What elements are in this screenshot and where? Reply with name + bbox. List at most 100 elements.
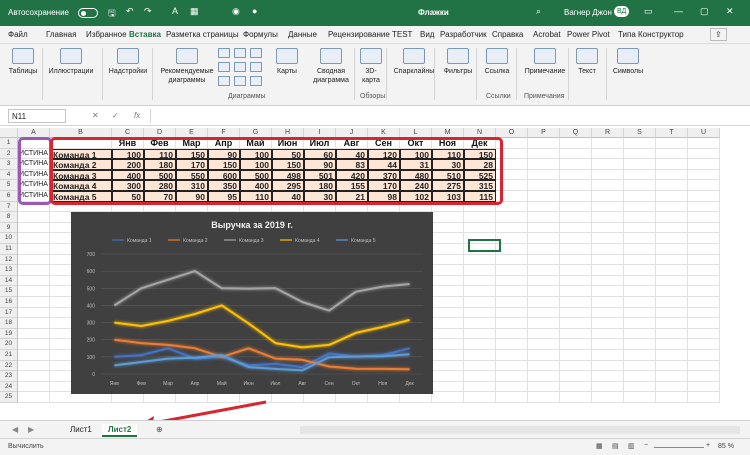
row-header-11[interactable]: 11 [0, 244, 18, 255]
page-layout-icon[interactable]: ▤ [612, 442, 619, 450]
grid-cell[interactable] [18, 318, 50, 329]
row-header-5[interactable]: 5 [0, 180, 18, 191]
grid-cell[interactable] [560, 265, 592, 276]
tab-13[interactable]: Acrobat [533, 30, 561, 39]
grid-cell[interactable] [496, 350, 528, 361]
tab-15[interactable]: Типа Конструктор [618, 30, 684, 39]
grid-cell[interactable] [432, 233, 464, 244]
grid-cell[interactable] [528, 371, 560, 382]
grid-cell[interactable] [688, 244, 720, 255]
autosave-toggle[interactable] [78, 8, 98, 18]
grid-cell[interactable] [560, 212, 592, 223]
row-header-8[interactable]: 8 [0, 212, 18, 223]
tab-7[interactable]: Данные [288, 30, 317, 39]
grid-cell[interactable] [624, 275, 656, 287]
chart-type-icon[interactable] [234, 62, 246, 72]
tab-8[interactable]: Рецензирование [328, 30, 390, 39]
zoom-slider[interactable] [654, 447, 704, 448]
grid-cell[interactable] [528, 318, 560, 329]
search-icon[interactable]: ⌕ [536, 6, 541, 17]
ribbon-button-9[interactable]: Фильтры [440, 48, 476, 76]
column-header-T[interactable]: T [656, 128, 688, 138]
grid-cell[interactable] [656, 148, 688, 160]
normal-view-icon[interactable]: ▦ [596, 442, 603, 450]
grid-cell[interactable] [592, 191, 624, 202]
tab-4[interactable]: Вставка [129, 30, 161, 39]
grid-cell[interactable] [624, 360, 656, 372]
grid-cell[interactable] [592, 222, 624, 234]
grid-cell[interactable] [656, 371, 688, 382]
font-color-icon[interactable]: A [172, 6, 178, 16]
tab-10[interactable]: Вид [420, 30, 434, 39]
tab-11[interactable]: Разработчик [440, 30, 487, 39]
zoom-level[interactable]: 85 % [718, 443, 734, 450]
grid-cell[interactable] [496, 265, 528, 276]
grid-cell[interactable] [464, 360, 496, 372]
grid-cell[interactable] [560, 222, 592, 234]
ribbon-button-3[interactable]: Надстройки [108, 48, 148, 76]
grid-cell[interactable] [560, 297, 592, 308]
grid-cell[interactable] [464, 371, 496, 382]
grid-cell[interactable] [496, 297, 528, 308]
tab-6[interactable]: Формулы [243, 30, 278, 39]
grid-cell[interactable] [624, 148, 656, 160]
ribbon-button-8[interactable]: Спарклайны [392, 48, 436, 76]
grid-cell[interactable] [624, 169, 656, 181]
row-header-24[interactable]: 24 [0, 381, 18, 393]
grid-cell[interactable] [656, 328, 688, 340]
grid-cell[interactable] [624, 318, 656, 329]
grid-cell[interactable] [528, 339, 560, 350]
grid-cell[interactable] [432, 297, 464, 308]
select-all-corner[interactable] [0, 128, 18, 138]
grid-cell[interactable] [432, 275, 464, 287]
chart-type-icon[interactable] [218, 48, 230, 58]
grid-cell[interactable] [656, 275, 688, 287]
grid-cell[interactable] [624, 212, 656, 223]
grid-cell[interactable] [592, 212, 624, 223]
grid-cell[interactable] [688, 307, 720, 319]
grid-cell[interactable] [496, 275, 528, 287]
row-header-13[interactable]: 13 [0, 265, 18, 276]
row-header-12[interactable]: 12 [0, 254, 18, 266]
row-header-20[interactable]: 20 [0, 339, 18, 350]
grid-cell[interactable] [528, 169, 560, 181]
grid-cell[interactable] [464, 297, 496, 308]
page-break-icon[interactable]: ▥ [628, 442, 635, 450]
grid-cell[interactable] [496, 307, 528, 319]
grid-cell[interactable] [656, 159, 688, 170]
horizontal-scrollbar[interactable] [300, 426, 740, 434]
tab-2[interactable]: Главная [46, 30, 76, 39]
grid-cell[interactable] [528, 381, 560, 393]
grid-cell[interactable] [592, 392, 624, 403]
grid-cell[interactable] [560, 169, 592, 181]
grid-cell[interactable] [496, 381, 528, 393]
camera-icon[interactable]: ◉ [232, 6, 240, 17]
chart-type-icon[interactable] [234, 76, 246, 86]
grid-cell[interactable] [432, 265, 464, 276]
grid-cell[interactable] [432, 371, 464, 382]
grid-cell[interactable] [528, 159, 560, 170]
grid-cell[interactable] [624, 307, 656, 319]
grid-cell[interactable] [592, 318, 624, 329]
enter-icon[interactable]: ✓ [112, 111, 119, 120]
grid-cell[interactable] [688, 254, 720, 266]
grid-cell[interactable] [18, 222, 50, 234]
zoom-out-icon[interactable]: − [644, 442, 648, 449]
grid-cell[interactable] [592, 159, 624, 170]
grid-cell[interactable] [432, 244, 464, 255]
grid-cell[interactable] [688, 159, 720, 170]
grid-cell[interactable] [560, 159, 592, 170]
grid-cell[interactable] [528, 212, 560, 223]
grid-cell[interactable] [624, 159, 656, 170]
ribbon-button-7[interactable]: 3D-карта [358, 48, 384, 85]
minimize-icon[interactable]: — [674, 6, 683, 16]
grid-cell[interactable] [624, 328, 656, 340]
grid-cell[interactable] [464, 222, 496, 234]
sheet-tab-2[interactable]: Лист2 [102, 424, 138, 437]
grid-cell[interactable] [18, 244, 50, 255]
grid-cell[interactable] [464, 286, 496, 297]
grid-cell[interactable] [496, 254, 528, 266]
grid-cell[interactable] [592, 254, 624, 266]
grid-cell[interactable] [592, 180, 624, 191]
share-icon[interactable]: ⇪ [710, 28, 727, 41]
